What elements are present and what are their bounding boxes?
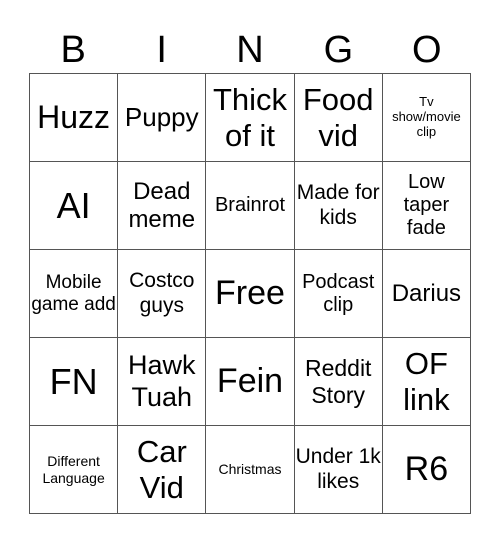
bingo-cell-text: Low taper fade — [403, 171, 450, 239]
bingo-cell-text: Reddit Story — [304, 355, 372, 408]
bingo-cell-text: Free — [215, 273, 285, 312]
bingo-cell-text: Mobile game add — [31, 271, 116, 315]
bingo-cell-text: Made for kids — [296, 181, 380, 229]
bingo-cell-text: Darius — [391, 279, 462, 307]
bingo-cell-text: Under 1k likes — [295, 445, 381, 493]
bingo-cell[interactable]: Car Vid — [118, 426, 207, 514]
bingo-cell-text: Thick of it — [212, 81, 288, 153]
bingo-cell[interactable]: Free — [206, 250, 295, 338]
header-letter: B — [60, 29, 86, 71]
bingo-cell-text: Car Vid — [136, 433, 187, 505]
header-letter: O — [412, 29, 442, 71]
bingo-cell-text: Podcast clip — [302, 270, 375, 316]
bingo-cell-text: Christmas — [218, 461, 282, 478]
bingo-cell[interactable]: Food vid — [294, 74, 383, 162]
bingo-cell[interactable]: Hawk Tuah — [118, 338, 207, 426]
bingo-cell-text: Costco guys — [129, 269, 195, 317]
bingo-cell[interactable]: OF link — [382, 338, 471, 426]
bingo-cell[interactable]: Fein — [206, 338, 295, 426]
bingo-cell[interactable]: Tv show/movie clip — [382, 74, 471, 162]
bingo-cell[interactable]: Puppy — [118, 74, 207, 162]
bingo-cell-text: Food vid — [302, 81, 374, 153]
bingo-cell[interactable]: AI — [30, 162, 119, 250]
header-letter: G — [323, 29, 354, 71]
bingo-cell[interactable]: Made for kids — [294, 162, 383, 250]
bingo-cell[interactable]: Huzz — [30, 74, 119, 162]
bingo-grid: Huzz Puppy Thick of it Food vid Tv show/movi… — [29, 73, 471, 514]
bingo-cell-text: FN — [49, 360, 98, 402]
bingo-cell[interactable]: FN — [30, 338, 119, 426]
bingo-cell[interactable]: Thick of it — [206, 74, 295, 162]
bingo-cell-text: Dead meme — [128, 177, 196, 233]
bingo-cell-text: OF link — [403, 345, 450, 417]
bingo-cell-text: Different Language — [42, 453, 105, 486]
header-letter: I — [156, 29, 167, 71]
header-letter: N — [236, 29, 264, 71]
bingo-cell[interactable]: Brainrot — [206, 162, 295, 250]
bingo-cell[interactable]: Costco guys — [118, 250, 207, 338]
bingo-cell-text: Puppy — [124, 101, 199, 132]
bingo-cell-text: AI — [56, 184, 91, 226]
bingo-cell-text: Huzz — [37, 99, 111, 136]
bingo-cell[interactable]: Podcast clip — [294, 250, 383, 338]
bingo-cell[interactable]: Low taper fade — [382, 162, 471, 250]
bingo-cell[interactable]: Darius — [382, 250, 471, 338]
bingo-cell-text: R6 — [404, 449, 449, 488]
bingo-cell-text: Tv show/movie clip — [392, 94, 461, 139]
bingo-cell[interactable]: Dead meme — [118, 162, 207, 250]
bingo-cell[interactable]: Under 1k likes — [294, 426, 383, 514]
bingo-cell[interactable]: Christmas — [206, 426, 295, 514]
bingo-cell[interactable]: Different Language — [30, 426, 119, 514]
bingo-cell[interactable]: Reddit Story — [294, 338, 383, 426]
bingo-cell[interactable]: Mobile game add — [30, 250, 119, 338]
bingo-cell[interactable]: R6 — [382, 426, 471, 514]
bingo-cell-text: Hawk Tuah — [128, 350, 196, 412]
bingo-cell-text: Brainrot — [214, 194, 285, 216]
bingo-header: B I N G O — [29, 27, 471, 73]
bingo-cell-text: Fein — [216, 361, 284, 400]
